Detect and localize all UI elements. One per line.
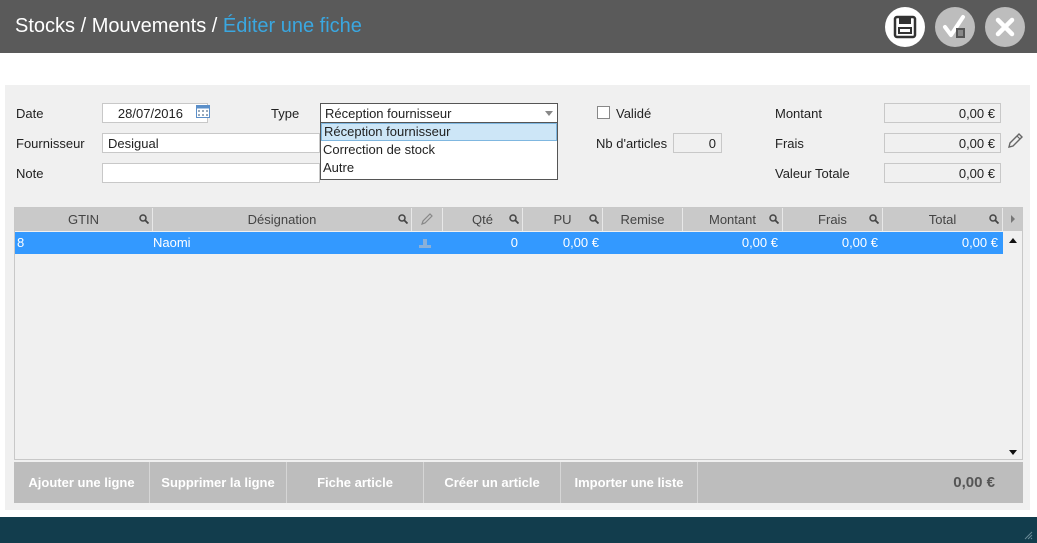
search-icon[interactable] bbox=[398, 214, 408, 224]
cell-remise bbox=[603, 232, 679, 254]
scroll-right-button[interactable] bbox=[1003, 208, 1022, 231]
valide-label: Validé bbox=[616, 106, 652, 121]
breadcrumb-stocks: Stocks bbox=[15, 15, 76, 37]
close-icon bbox=[995, 17, 1015, 37]
create-article-button[interactable]: Créer un article bbox=[424, 462, 561, 503]
resize-grip-icon[interactable] bbox=[1023, 530, 1033, 540]
search-icon[interactable] bbox=[869, 214, 879, 224]
montant-label: Montant bbox=[775, 106, 822, 121]
lines-table: GTIN Désignation Qté PU Remise Montant F… bbox=[14, 207, 1023, 460]
grand-total: 0,00 € bbox=[953, 474, 995, 491]
delete-line-button[interactable]: Supprimer la ligne bbox=[150, 462, 287, 503]
date-field[interactable]: 28/07/2016 bbox=[102, 103, 208, 123]
cell-frais: 0,00 € bbox=[841, 235, 878, 250]
column-header-qte[interactable]: Qté bbox=[443, 208, 523, 231]
valide-checkbox[interactable] bbox=[597, 106, 610, 119]
search-icon[interactable] bbox=[589, 214, 599, 224]
cell-pu: 0,00 € bbox=[562, 235, 599, 250]
column-header-pu[interactable]: PU bbox=[523, 208, 603, 231]
validate-icon bbox=[943, 15, 965, 38]
breadcrumb-separator: / bbox=[80, 15, 87, 37]
date-label: Date bbox=[16, 106, 44, 121]
calendar-icon[interactable] bbox=[196, 104, 210, 118]
article-sheet-button[interactable]: Fiche article bbox=[287, 462, 424, 503]
save-button[interactable] bbox=[885, 7, 925, 47]
edit-line-icon[interactable] bbox=[417, 237, 433, 249]
column-header-edit[interactable] bbox=[412, 208, 443, 231]
type-option-autre[interactable]: Autre bbox=[321, 159, 557, 177]
type-dropdown-list: Réception fournisseur Correction de stoc… bbox=[320, 123, 558, 180]
search-icon[interactable] bbox=[769, 214, 779, 224]
search-icon[interactable] bbox=[509, 214, 519, 224]
frais-field: 0,00 € bbox=[884, 133, 1001, 153]
status-bar bbox=[0, 517, 1037, 543]
pencil-icon[interactable] bbox=[1006, 132, 1024, 150]
valeur-totale-label: Valeur Totale bbox=[775, 166, 850, 181]
breadcrumb-separator: / bbox=[211, 15, 218, 37]
form-panel: Date 28/07/2016 Type Réception fournisse… bbox=[5, 85, 1030, 510]
pencil-icon bbox=[421, 213, 433, 225]
scroll-up-icon[interactable] bbox=[1004, 234, 1022, 248]
table-row[interactable]: 8 Naomi 0 0,00 € 0,00 € 0,00 € 0,00 € bbox=[15, 232, 1003, 254]
type-select-value: Réception fournisseur bbox=[325, 106, 452, 121]
cell-total: 0,00 € bbox=[961, 235, 998, 250]
column-header-frais[interactable]: Frais bbox=[783, 208, 883, 231]
column-header-designation[interactable]: Désignation bbox=[153, 208, 412, 231]
page-title: Éditer une fiche bbox=[222, 15, 362, 37]
breadcrumb-mouvements: Mouvements bbox=[91, 15, 207, 37]
action-bar: Ajouter une ligne Supprimer la ligne Fic… bbox=[14, 462, 1023, 503]
save-icon bbox=[893, 15, 917, 39]
column-header-remise[interactable]: Remise bbox=[603, 208, 683, 231]
import-list-button[interactable]: Importer une liste bbox=[561, 462, 698, 503]
frais-label: Frais bbox=[775, 136, 804, 151]
chevron-right-icon bbox=[1010, 215, 1015, 223]
type-option-reception[interactable]: Réception fournisseur bbox=[321, 123, 557, 141]
valeur-totale-field: 0,00 € bbox=[884, 163, 1001, 183]
montant-field: 0,00 € bbox=[884, 103, 1001, 123]
title-bar: Stocks / Mouvements / Éditer une fiche bbox=[0, 0, 1037, 53]
validate-button[interactable] bbox=[935, 7, 975, 47]
cell-qte: 0 bbox=[510, 235, 518, 250]
search-icon[interactable] bbox=[989, 214, 999, 224]
add-line-button[interactable]: Ajouter une ligne bbox=[14, 462, 150, 503]
type-select[interactable]: Réception fournisseur bbox=[320, 103, 558, 123]
search-icon[interactable] bbox=[139, 214, 149, 224]
chevron-down-icon bbox=[545, 111, 553, 116]
cell-gtin: 8 bbox=[17, 235, 25, 250]
close-button[interactable] bbox=[985, 7, 1025, 47]
column-header-total[interactable]: Total bbox=[883, 208, 1003, 231]
cell-designation: Naomi bbox=[153, 235, 191, 250]
nb-articles-field: 0 bbox=[673, 133, 722, 153]
breadcrumb: Stocks / Mouvements / Éditer une fiche bbox=[15, 15, 362, 38]
scroll-down-icon[interactable] bbox=[1004, 445, 1022, 459]
table-header: GTIN Désignation Qté PU Remise Montant F… bbox=[15, 208, 1022, 231]
note-field[interactable] bbox=[102, 163, 320, 183]
fournisseur-field[interactable]: Desigual bbox=[102, 133, 320, 153]
fournisseur-label: Fournisseur bbox=[16, 136, 85, 151]
cell-montant: 0,00 € bbox=[741, 235, 778, 250]
type-label: Type bbox=[271, 106, 300, 121]
note-label: Note bbox=[16, 166, 44, 181]
nb-articles-label: Nb d'articles bbox=[596, 136, 668, 151]
vertical-scrollbar[interactable] bbox=[1004, 232, 1022, 459]
column-header-gtin[interactable]: GTIN bbox=[15, 208, 153, 231]
type-option-correction[interactable]: Correction de stock bbox=[321, 141, 557, 159]
column-header-montant[interactable]: Montant bbox=[683, 208, 783, 231]
